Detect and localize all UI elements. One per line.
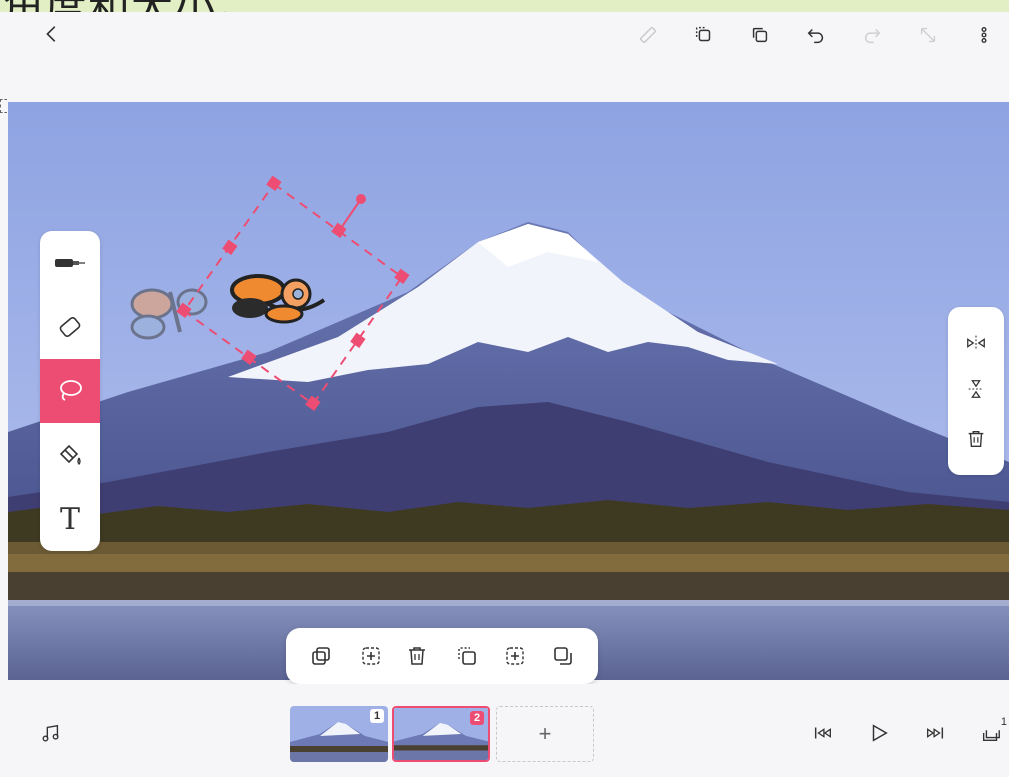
flip-vertical-icon[interactable] — [962, 375, 990, 403]
undo-icon[interactable] — [802, 21, 830, 49]
layers-icon[interactable]: 1 — [976, 716, 1007, 746]
fill-bucket-icon[interactable] — [40, 423, 100, 487]
jump-end-icon[interactable] — [922, 720, 948, 746]
add-frame-button[interactable]: + — [496, 706, 594, 762]
music-note-icon[interactable] — [38, 720, 64, 746]
clone-icon[interactable] — [550, 643, 576, 669]
play-icon[interactable] — [866, 720, 892, 746]
eraser-icon[interactable] — [40, 295, 100, 359]
transform-panel — [948, 307, 1004, 475]
timeline-bar: 1 2 + 1 — [0, 684, 1009, 777]
delete-icon[interactable] — [404, 643, 430, 669]
frame-number-1: 1 — [370, 709, 384, 723]
text-tool-glyph: T — [59, 501, 80, 537]
landscape-photo — [8, 102, 1009, 680]
text-icon[interactable]: T — [40, 487, 100, 551]
expand-icon[interactable] — [914, 21, 942, 49]
canvas-corner-marker — [0, 99, 7, 113]
frame-number-2: 2 — [470, 711, 484, 725]
delete-icon[interactable] — [962, 425, 990, 453]
back-icon[interactable] — [38, 20, 66, 48]
add-to-selection-icon[interactable] — [358, 643, 384, 669]
drawing-canvas[interactable] — [8, 102, 1009, 680]
lasso-icon[interactable] — [40, 359, 100, 423]
frame-thumbnail-1[interactable]: 1 — [290, 706, 388, 762]
paste-icon[interactable] — [454, 643, 480, 669]
duplicate-icon[interactable] — [746, 21, 774, 49]
more-icon[interactable] — [970, 21, 998, 49]
ruler-icon[interactable] — [634, 21, 662, 49]
pen-icon[interactable] — [40, 231, 100, 295]
flip-horizontal-icon[interactable] — [962, 329, 990, 357]
frame-thumbnail-2[interactable]: 2 — [392, 706, 490, 762]
top-toolbar — [0, 12, 1009, 100]
tool-panel: T — [40, 231, 100, 551]
layers-count: 1 — [1000, 716, 1007, 728]
copy-frame-icon[interactable] — [690, 21, 718, 49]
copy-icon[interactable] — [308, 643, 334, 669]
add-icon[interactable] — [502, 643, 528, 669]
selection-popup — [286, 628, 598, 684]
redo-icon[interactable] — [858, 21, 886, 49]
jump-start-icon[interactable] — [810, 720, 836, 746]
